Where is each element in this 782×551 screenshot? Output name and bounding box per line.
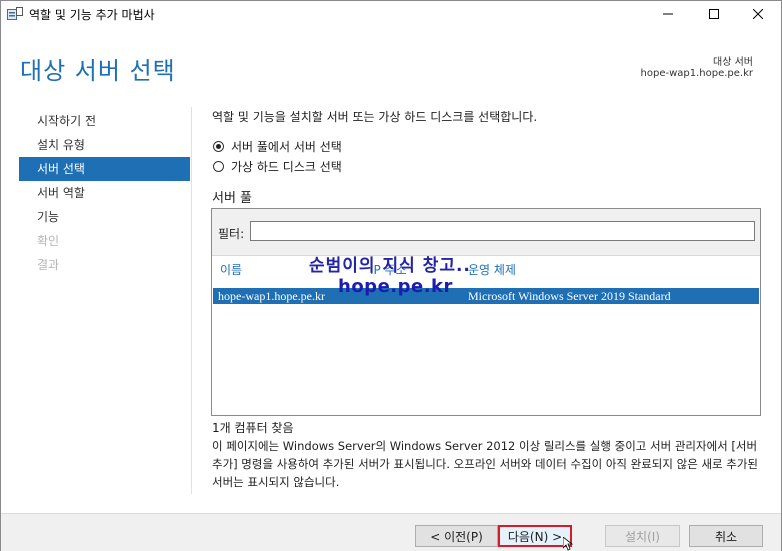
close-button[interactable]: [735, 1, 781, 27]
nav-item-server-selection[interactable]: 서버 선택: [19, 157, 190, 181]
server-pool-title: 서버 풀: [212, 191, 253, 206]
destination-server-value: hope-wap1.hope.pe.kr: [640, 68, 753, 79]
minimize-icon: [663, 13, 673, 15]
nav-item-installation-type[interactable]: 설치 유형: [19, 133, 190, 157]
nav-item-server-roles[interactable]: 서버 역할: [19, 181, 190, 205]
wizard-window: 역할 및 기능 추가 마법사 대상 서버 선택 대상 서버 hope-wap1.…: [0, 0, 782, 551]
nav-item-before-you-begin[interactable]: 시작하기 전: [19, 109, 190, 133]
computer-count: 1개 컴퓨터 찾음: [212, 421, 294, 435]
option-virtual-disk[interactable]: 가상 하드 디스크 선택: [213, 158, 342, 175]
window-title: 역할 및 기능 추가 마법사: [29, 8, 155, 22]
nav-item-confirmation: 확인: [37, 234, 60, 248]
option-server-pool-label: 서버 풀에서 서버 선택: [231, 140, 342, 154]
intro-text: 역할 및 기능을 설치할 서버 또는 가상 하드 디스크를 선택합니다.: [212, 110, 538, 124]
description-text: 이 페이지에는 Windows Server의 Windows Server 2…: [212, 439, 758, 489]
filter-area: 필터:: [212, 209, 760, 256]
destination-server-label: 대상 서버: [713, 57, 753, 68]
cancel-button[interactable]: 취소: [689, 525, 763, 547]
radio-unchecked-icon[interactable]: [213, 161, 224, 172]
radio-checked-icon[interactable]: [213, 141, 224, 152]
server-manager-icon: [7, 7, 23, 20]
column-header-os[interactable]: 운영 체제: [468, 261, 516, 278]
minimize-button[interactable]: [645, 1, 691, 27]
server-pool-box: 필터: 이름 IP 주소 운영 체제 hope-wap1.hope.pe.kr …: [211, 208, 761, 416]
cell-os: Microsoft Windows Server 2019 Standard: [468, 289, 671, 303]
nav-divider: [191, 107, 192, 494]
nav-item-features[interactable]: 기능: [19, 205, 190, 229]
cell-name: hope-wap1.hope.pe.kr: [218, 289, 325, 303]
maximize-button[interactable]: [691, 1, 737, 27]
column-header-name[interactable]: 이름: [220, 261, 242, 278]
nav-item-results: 결과: [37, 258, 60, 272]
filter-input[interactable]: [250, 221, 755, 241]
wizard-steps-nav: 시작하기 전 설치 유형 서버 선택 서버 역할 기능 확인 결과: [19, 109, 190, 277]
maximize-icon: [709, 9, 719, 19]
filter-label: 필터:: [218, 227, 245, 241]
install-button: 설치(I): [605, 525, 680, 547]
close-icon: [753, 9, 763, 19]
next-button[interactable]: 다음(N) >: [498, 525, 572, 547]
title-bar: 역할 및 기능 추가 마법사: [1, 1, 781, 27]
watermark-line2: hope.pe.kr: [338, 276, 453, 297]
option-server-pool[interactable]: 서버 풀에서 서버 선택: [213, 138, 342, 155]
mouse-cursor-icon: [563, 537, 573, 551]
watermark-line1: 순범이의 지식 창고..: [309, 256, 471, 276]
previous-button[interactable]: < 이전(P): [415, 525, 498, 547]
option-virtual-disk-label: 가상 하드 디스크 선택: [231, 160, 342, 174]
page-title: 대상 서버 선택: [20, 57, 176, 85]
